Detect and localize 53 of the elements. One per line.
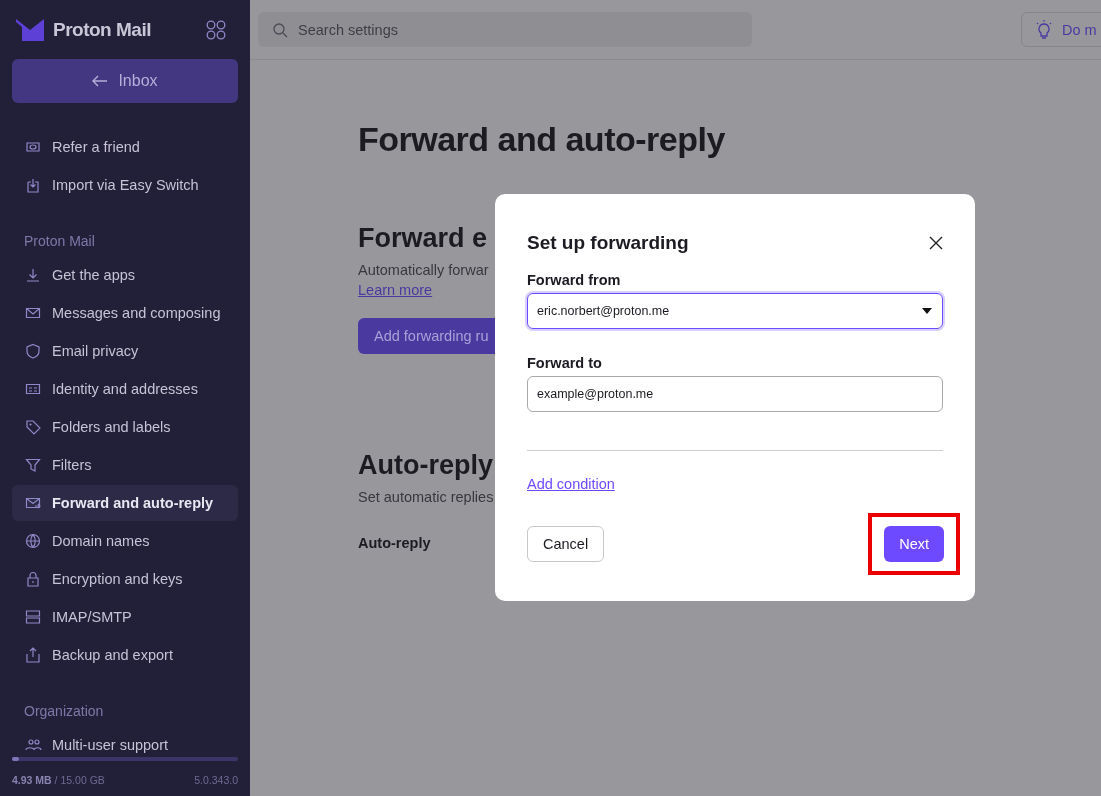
nav-icon — [24, 176, 42, 194]
sidebar-item[interactable]: Email privacy — [12, 333, 238, 369]
section-description: Set automatic replies — [358, 489, 495, 505]
sender-dropdown[interactable]: eric.norbert@proton.me — [527, 293, 943, 329]
sidebar-item[interactable]: IMAP/SMTP — [12, 599, 238, 635]
nav-icon — [24, 342, 42, 360]
sidebar-item[interactable]: Forward and auto-reply — [12, 485, 238, 521]
section-heading: Organization — [23, 702, 105, 721]
storage-usage: 4.93 MB / 15.00 GB — [12, 774, 105, 786]
dialog-title: Set up forwarding — [527, 232, 689, 254]
nav-icon — [24, 736, 42, 753]
nav-icon — [24, 456, 42, 474]
logo-icon — [16, 18, 44, 42]
arrow-left-icon — [92, 75, 109, 87]
nav-icon — [24, 532, 42, 550]
add-condition-link[interactable]: Add condition — [527, 476, 615, 492]
inbox-button[interactable]: Inbox — [12, 59, 238, 103]
caret-icon — [922, 308, 932, 314]
sidebar-item[interactable]: Multi-user support — [12, 727, 238, 753]
sidebar-item[interactable]: Get the apps — [12, 257, 238, 293]
page-title: Forward and auto-reply — [358, 120, 726, 159]
sidebar-item[interactable]: Backup and export — [12, 637, 238, 673]
search-icon — [272, 21, 288, 38]
sidebar-item[interactable]: Folders and labels — [12, 409, 238, 445]
nav-icon — [24, 266, 42, 284]
sidebar-item[interactable]: Identity and addresses — [12, 371, 238, 407]
section-description: Automatically forwar — [358, 262, 490, 278]
sidebar-item[interactable]: Encryption and keys — [12, 561, 238, 597]
sidebar-item[interactable]: Refer a friend — [12, 129, 238, 165]
section-title: Auto-reply — [358, 450, 493, 481]
field-label: Forward from — [527, 272, 622, 288]
sidebar-item[interactable]: Import via Easy Switch — [12, 167, 238, 203]
search-field[interactable]: Search settings — [296, 20, 738, 39]
search-field[interactable]: Search settings — [258, 12, 752, 47]
recipient-field[interactable]: example@proton.me — [527, 376, 943, 412]
close-icon[interactable] — [929, 236, 943, 250]
cancel-button[interactable]: Cancel — [527, 526, 605, 562]
sidebar-item[interactable]: Filters — [12, 447, 238, 483]
field-label: Forward to — [527, 355, 603, 371]
lightbulb-icon — [1034, 18, 1054, 41]
nav-icon — [24, 570, 42, 588]
section-title: Forward e — [358, 223, 488, 254]
section-heading: Proton Mail — [23, 232, 96, 251]
version-number: 5.0.343.0 — [194, 774, 238, 786]
sidebar-item[interactable]: Domain names — [12, 523, 238, 559]
sidebar-item[interactable]: Messages and composing — [12, 295, 238, 331]
app-name: Proton Mail — [53, 19, 151, 41]
nav-icon — [24, 418, 42, 436]
setting-label: Auto-reply — [358, 535, 431, 551]
nav-icon — [24, 608, 42, 626]
next-button[interactable]: Next — [884, 526, 944, 562]
app-grid-icon[interactable] — [206, 20, 226, 40]
nav-icon — [24, 646, 42, 664]
